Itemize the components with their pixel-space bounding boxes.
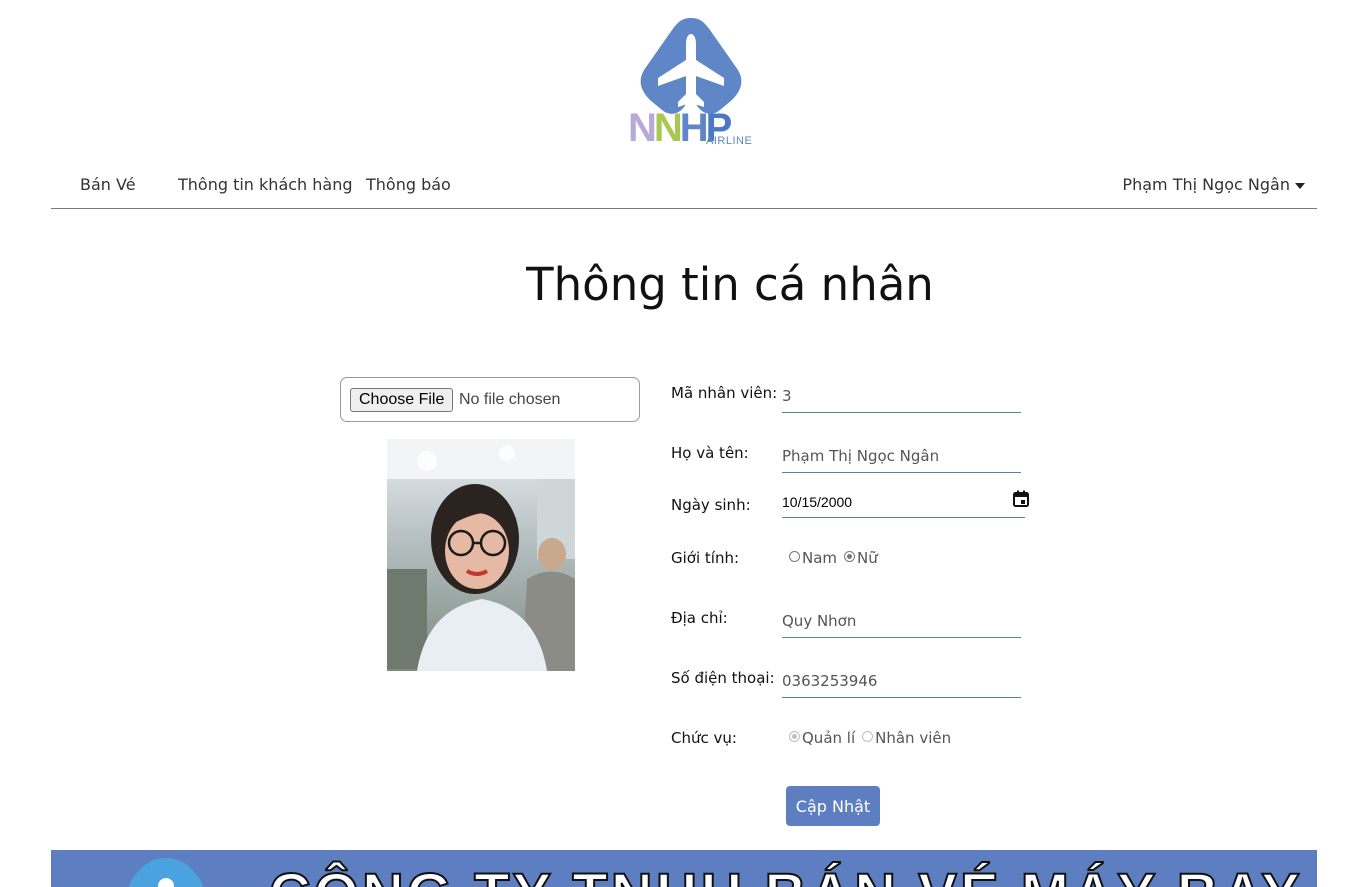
nav-item-notifications[interactable]: Thông báo: [366, 175, 451, 194]
phone-value: 0363253946: [782, 672, 878, 690]
user-name: Phạm Thị Ngọc Ngân: [1122, 175, 1290, 194]
full-name-value: Phạm Thị Ngọc Ngân: [782, 447, 940, 465]
gender-radio-female[interactable]: [844, 551, 856, 562]
gender-option-male: Nam: [802, 549, 838, 567]
address-value: Quy Nhơn: [782, 612, 857, 630]
birthday-label: Ngày sinh:: [671, 496, 751, 514]
footer-banner: CÔNG TY TNHH BÁN VÉ MÁY BAY: [51, 850, 1317, 887]
logo-subtitle: AIRLINE: [706, 135, 753, 147]
employee-id-label: Mã nhân viên:: [671, 384, 778, 402]
address-label: Địa chỉ:: [671, 609, 728, 627]
airline-logo: NNHP AIRLINE: [628, 14, 754, 150]
employee-id-value: 3: [782, 387, 792, 405]
nav-item-customer-info[interactable]: Thông tin khách hàng: [178, 175, 353, 194]
top-navbar: Bán Vé Thông tin khách hàng Thông báo Ph…: [51, 160, 1317, 209]
gender-radio-group: Nam Nữ: [788, 549, 884, 567]
calendar-icon[interactable]: [1012, 490, 1030, 508]
position-radio-manager: [789, 731, 800, 742]
employee-id-field[interactable]: 3: [782, 380, 1021, 413]
full-name-label: Họ và tên:: [671, 444, 749, 462]
banner-logo-icon: [129, 858, 203, 887]
user-menu[interactable]: Phạm Thị Ngọc Ngân: [1122, 175, 1305, 194]
gender-label: Giới tính:: [671, 549, 740, 567]
gender-radio-male[interactable]: [789, 551, 800, 562]
full-name-field[interactable]: Phạm Thị Ngọc Ngân: [782, 440, 1021, 473]
banner-text: CÔNG TY TNHH BÁN VÉ MÁY BAY: [268, 865, 1303, 887]
birthday-value: 10/15/2000: [782, 494, 853, 510]
caret-down-icon: [1295, 182, 1305, 189]
plane-logo-icon: [640, 18, 742, 114]
avatar-photo: [387, 439, 575, 671]
position-option-staff: Nhân viên: [875, 729, 952, 747]
phone-label: Số điện thoại:: [671, 669, 775, 687]
gender-option-female: Nữ: [857, 549, 878, 567]
position-radio-group: Quản lí Nhân viên: [788, 729, 957, 747]
update-button[interactable]: Cập Nhật: [786, 786, 880, 826]
birthday-field[interactable]: 10/15/2000: [782, 485, 1029, 518]
position-radio-staff: [862, 731, 874, 742]
file-status: No file chosen: [459, 391, 561, 408]
page-title: Thông tin cá nhân: [526, 258, 934, 311]
phone-field[interactable]: 0363253946: [782, 665, 1021, 698]
position-option-manager: Quản lí: [802, 729, 856, 747]
avatar-file-input[interactable]: Choose File No file chosen: [340, 377, 640, 422]
position-label: Chức vụ:: [671, 729, 737, 747]
address-field[interactable]: Quy Nhơn: [782, 605, 1021, 638]
nav-item-ban-ve[interactable]: Bán Vé: [80, 175, 136, 194]
choose-file-button[interactable]: Choose File: [350, 388, 454, 412]
